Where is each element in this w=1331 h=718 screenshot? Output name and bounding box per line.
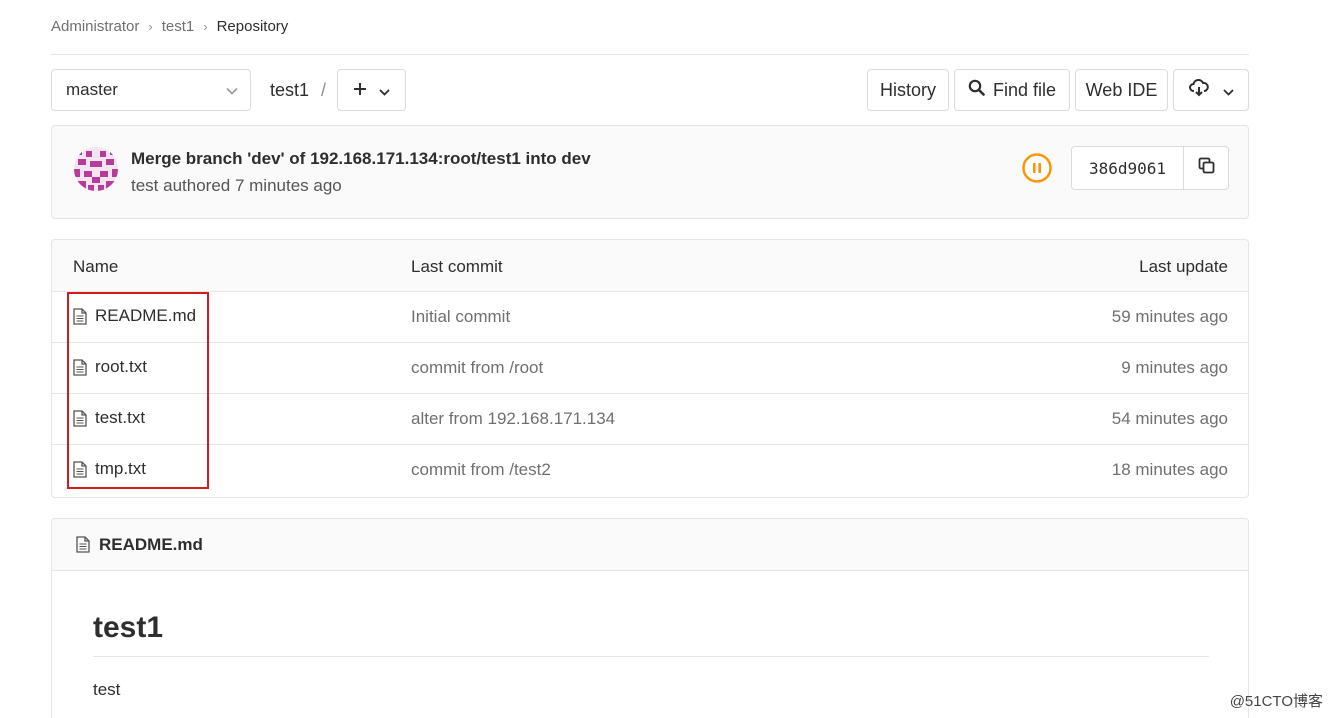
breadcrumb-item-project[interactable]: test1: [162, 18, 195, 35]
watermark: @51CTO博客: [1229, 693, 1323, 710]
header-last-update: Last update: [1139, 257, 1228, 276]
history-label: History: [879, 79, 936, 100]
history-button[interactable]: History: [867, 69, 949, 111]
breadcrumb: Administrator › test1 › Repository: [51, 16, 288, 36]
last-update-time: 9 minutes ago: [1121, 358, 1228, 377]
divider: [51, 54, 1249, 55]
readme-body: test: [93, 680, 121, 699]
find-file-button[interactable]: Find file: [954, 69, 1070, 111]
commit-title-link[interactable]: Merge branch 'dev' of 192.168.171.134:ro…: [131, 149, 591, 169]
readme-heading: test1: [93, 611, 164, 644]
cloud-download-icon: [1188, 78, 1209, 102]
annotation-highlight-box: [67, 292, 209, 489]
readme-header: README.md: [52, 519, 1248, 571]
chevron-down-icon: [379, 80, 390, 101]
table-row[interactable]: root.txt commit from /root 9 minutes ago: [52, 343, 1248, 394]
table-row[interactable]: README.md Initial commit 59 minutes ago: [52, 292, 1248, 343]
header-name: Name: [73, 257, 119, 276]
web-ide-button[interactable]: Web IDE: [1075, 69, 1168, 111]
commit-message-link[interactable]: Initial commit: [411, 307, 510, 327]
path-separator: /: [321, 79, 327, 100]
commit-message-link[interactable]: alter from 192.168.171.134: [411, 409, 615, 429]
table-row[interactable]: test.txt alter from 192.168.171.134 54 m…: [52, 394, 1248, 445]
find-file-label: Find file: [992, 79, 1057, 100]
chevron-right-icon: ›: [148, 18, 153, 34]
copy-sha-button[interactable]: [1184, 147, 1228, 189]
search-icon: [968, 79, 985, 101]
branch-select[interactable]: master: [51, 69, 251, 111]
file-icon: [76, 536, 90, 553]
header-last-commit: Last commit: [411, 257, 503, 276]
add-to-tree-button[interactable]: [337, 69, 406, 111]
commit-message-link[interactable]: commit from /root: [411, 358, 543, 378]
last-update-time: 54 minutes ago: [1111, 409, 1228, 428]
chevron-right-icon: ›: [203, 18, 208, 34]
path-root-link[interactable]: test1: [270, 69, 309, 111]
web-ide-label: Web IDE: [1085, 79, 1158, 100]
chevron-down-icon: [1222, 80, 1234, 101]
copy-icon: [1198, 157, 1215, 179]
breadcrumb-current[interactable]: Repository: [217, 18, 289, 35]
table-row[interactable]: tmp.txt commit from /test2 18 minutes ag…: [52, 445, 1248, 496]
commit-message-link[interactable]: commit from /test2: [411, 460, 551, 480]
last-update-time: 18 minutes ago: [1111, 460, 1228, 479]
commit-sha-link[interactable]: 386d9061: [1072, 147, 1184, 189]
file-tree-table: Name Last commit Last update README.md I…: [51, 239, 1249, 498]
readme-filename-link[interactable]: README.md: [99, 535, 203, 555]
chevron-down-icon: [226, 80, 238, 100]
commit-author-line: test authored 7 minutes ago: [131, 176, 342, 195]
commit-sha-group: 386d9061: [1071, 146, 1229, 190]
branch-name: master: [66, 80, 118, 99]
last-update-time: 59 minutes ago: [1111, 307, 1228, 326]
last-commit-panel: Merge branch 'dev' of 192.168.171.134:ro…: [51, 125, 1249, 219]
avatar[interactable]: [74, 147, 118, 191]
repo-toolbar: master test1 / History Find file Web IDE: [51, 69, 1249, 111]
readme-panel: README.md test1 test: [51, 518, 1249, 718]
readme-divider: [93, 656, 1209, 657]
table-header: Name Last commit Last update: [52, 240, 1248, 292]
download-button[interactable]: [1173, 69, 1249, 111]
pipeline-paused-icon[interactable]: [1021, 152, 1053, 184]
breadcrumb-item-administrator[interactable]: Administrator: [51, 18, 139, 35]
plus-icon: [353, 80, 367, 101]
